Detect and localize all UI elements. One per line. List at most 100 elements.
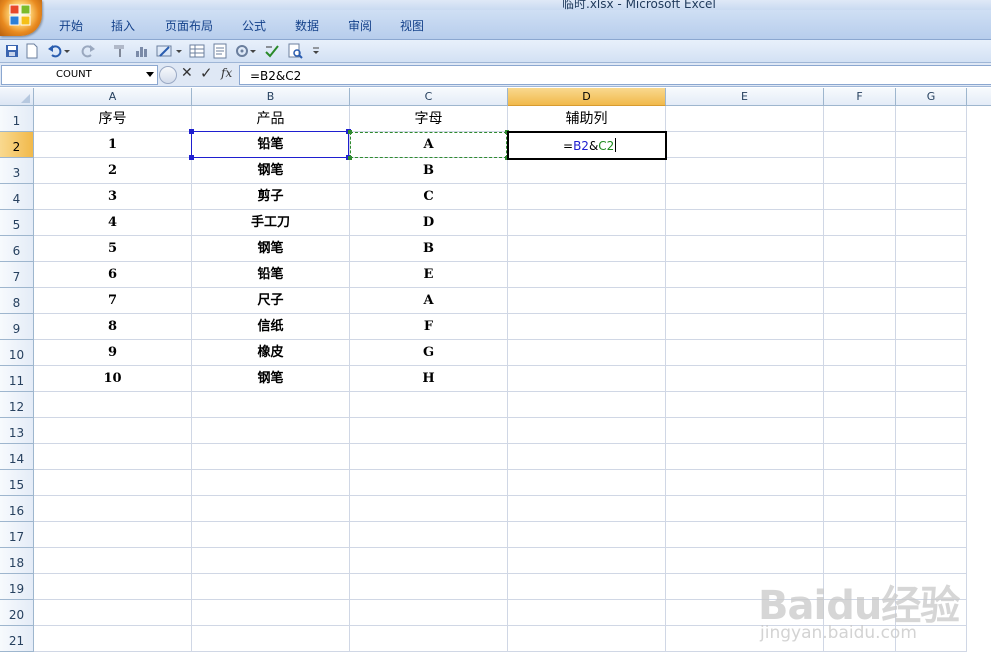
column-header-c[interactable]: C xyxy=(350,88,508,106)
cell-e11[interactable] xyxy=(666,366,824,392)
cell-f20[interactable] xyxy=(824,600,896,626)
cell-c3[interactable]: B xyxy=(350,158,508,184)
cell-g20[interactable] xyxy=(896,600,967,626)
cell-g9[interactable] xyxy=(896,314,967,340)
cell-f3[interactable] xyxy=(824,158,896,184)
cell-a12[interactable] xyxy=(34,392,192,418)
cell-c10[interactable]: G xyxy=(350,340,508,366)
cell-d14[interactable] xyxy=(508,444,666,470)
cell-a3[interactable]: 2 xyxy=(34,158,192,184)
cell-d11[interactable] xyxy=(508,366,666,392)
cell-a9[interactable]: 8 xyxy=(34,314,192,340)
cell-a15[interactable] xyxy=(34,470,192,496)
cell-a7[interactable]: 6 xyxy=(34,262,192,288)
cell-f16[interactable] xyxy=(824,496,896,522)
cell-f12[interactable] xyxy=(824,392,896,418)
cell-f1[interactable] xyxy=(824,106,896,132)
cell-b1[interactable]: 产品 xyxy=(192,106,350,132)
cell-b2[interactable]: 铅笔 xyxy=(192,132,350,158)
cell-f19[interactable] xyxy=(824,574,896,600)
row-header-19[interactable]: 19 xyxy=(0,574,34,600)
cell-d15[interactable] xyxy=(508,470,666,496)
cell-f7[interactable] xyxy=(824,262,896,288)
cell-b8[interactable]: 尺子 xyxy=(192,288,350,314)
cell-g5[interactable] xyxy=(896,210,967,236)
cell-d18[interactable] xyxy=(508,548,666,574)
column-header-e[interactable]: E xyxy=(666,88,824,106)
cell-c17[interactable] xyxy=(350,522,508,548)
cell-g18[interactable] xyxy=(896,548,967,574)
cell-e15[interactable] xyxy=(666,470,824,496)
formula-input[interactable]: =B2&C2 xyxy=(239,65,991,85)
cell-f2[interactable] xyxy=(824,132,896,158)
cell-e19[interactable] xyxy=(666,574,824,600)
row-header-16[interactable]: 16 xyxy=(0,496,34,522)
cell-e6[interactable] xyxy=(666,236,824,262)
cell-a4[interactable]: 3 xyxy=(34,184,192,210)
customize-toolbar-icon[interactable] xyxy=(312,43,320,59)
cell-a21[interactable] xyxy=(34,626,192,652)
cell-f13[interactable] xyxy=(824,418,896,444)
cell-g14[interactable] xyxy=(896,444,967,470)
column-header-b[interactable]: B xyxy=(192,88,350,106)
cell-c4[interactable]: C xyxy=(350,184,508,210)
row-header-18[interactable]: 18 xyxy=(0,548,34,574)
cell-c19[interactable] xyxy=(350,574,508,600)
tools-icon[interactable] xyxy=(234,43,250,59)
cell-a17[interactable] xyxy=(34,522,192,548)
cell-f17[interactable] xyxy=(824,522,896,548)
cell-g8[interactable] xyxy=(896,288,967,314)
cell-e10[interactable] xyxy=(666,340,824,366)
name-box-dropdown-icon[interactable] xyxy=(146,72,154,77)
row-header-21[interactable]: 21 xyxy=(0,626,34,652)
cell-f8[interactable] xyxy=(824,288,896,314)
cell-b21[interactable] xyxy=(192,626,350,652)
cell-b15[interactable] xyxy=(192,470,350,496)
cell-g16[interactable] xyxy=(896,496,967,522)
cell-d12[interactable] xyxy=(508,392,666,418)
cell-a18[interactable] xyxy=(34,548,192,574)
undo-icon[interactable] xyxy=(47,43,63,59)
row-header-20[interactable]: 20 xyxy=(0,600,34,626)
cell-d7[interactable] xyxy=(508,262,666,288)
tab-data[interactable]: 数据 xyxy=(295,17,319,34)
insert-function-icon[interactable]: fx xyxy=(221,66,232,80)
cell-e16[interactable] xyxy=(666,496,824,522)
cell-a10[interactable]: 9 xyxy=(34,340,192,366)
cell-d17[interactable] xyxy=(508,522,666,548)
cell-g19[interactable] xyxy=(896,574,967,600)
cell-g21[interactable] xyxy=(896,626,967,652)
cell-e13[interactable] xyxy=(666,418,824,444)
row-header-14[interactable]: 14 xyxy=(0,444,34,470)
cell-g10[interactable] xyxy=(896,340,967,366)
row-header-6[interactable]: 6 xyxy=(0,236,34,262)
cell-e18[interactable] xyxy=(666,548,824,574)
cell-d1[interactable]: 辅助列 xyxy=(508,106,666,132)
cell-b16[interactable] xyxy=(192,496,350,522)
draw-dropdown-icon[interactable] xyxy=(176,43,182,59)
cell-a16[interactable] xyxy=(34,496,192,522)
cell-f14[interactable] xyxy=(824,444,896,470)
cell-b6[interactable]: 钢笔 xyxy=(192,236,350,262)
cell-e4[interactable] xyxy=(666,184,824,210)
cell-b19[interactable] xyxy=(192,574,350,600)
name-box[interactable]: COUNT xyxy=(1,65,158,85)
row-header-3[interactable]: 3 xyxy=(0,158,34,184)
cell-e5[interactable] xyxy=(666,210,824,236)
row-header-15[interactable]: 15 xyxy=(0,470,34,496)
cell-c1[interactable]: 字母 xyxy=(350,106,508,132)
undo-dropdown-icon[interactable] xyxy=(64,43,70,59)
cell-d4[interactable] xyxy=(508,184,666,210)
cell-a11[interactable]: 10 xyxy=(34,366,192,392)
cell-b20[interactable] xyxy=(192,600,350,626)
cell-b17[interactable] xyxy=(192,522,350,548)
cell-e1[interactable] xyxy=(666,106,824,132)
cell-d20[interactable] xyxy=(508,600,666,626)
cell-c8[interactable]: A xyxy=(350,288,508,314)
cell-c15[interactable] xyxy=(350,470,508,496)
active-cell-d2[interactable]: =B2&C2 xyxy=(507,131,667,160)
enter-icon[interactable]: ✓ xyxy=(200,64,213,82)
cell-c9[interactable]: F xyxy=(350,314,508,340)
row-header-4[interactable]: 4 xyxy=(0,184,34,210)
cell-a5[interactable]: 4 xyxy=(34,210,192,236)
